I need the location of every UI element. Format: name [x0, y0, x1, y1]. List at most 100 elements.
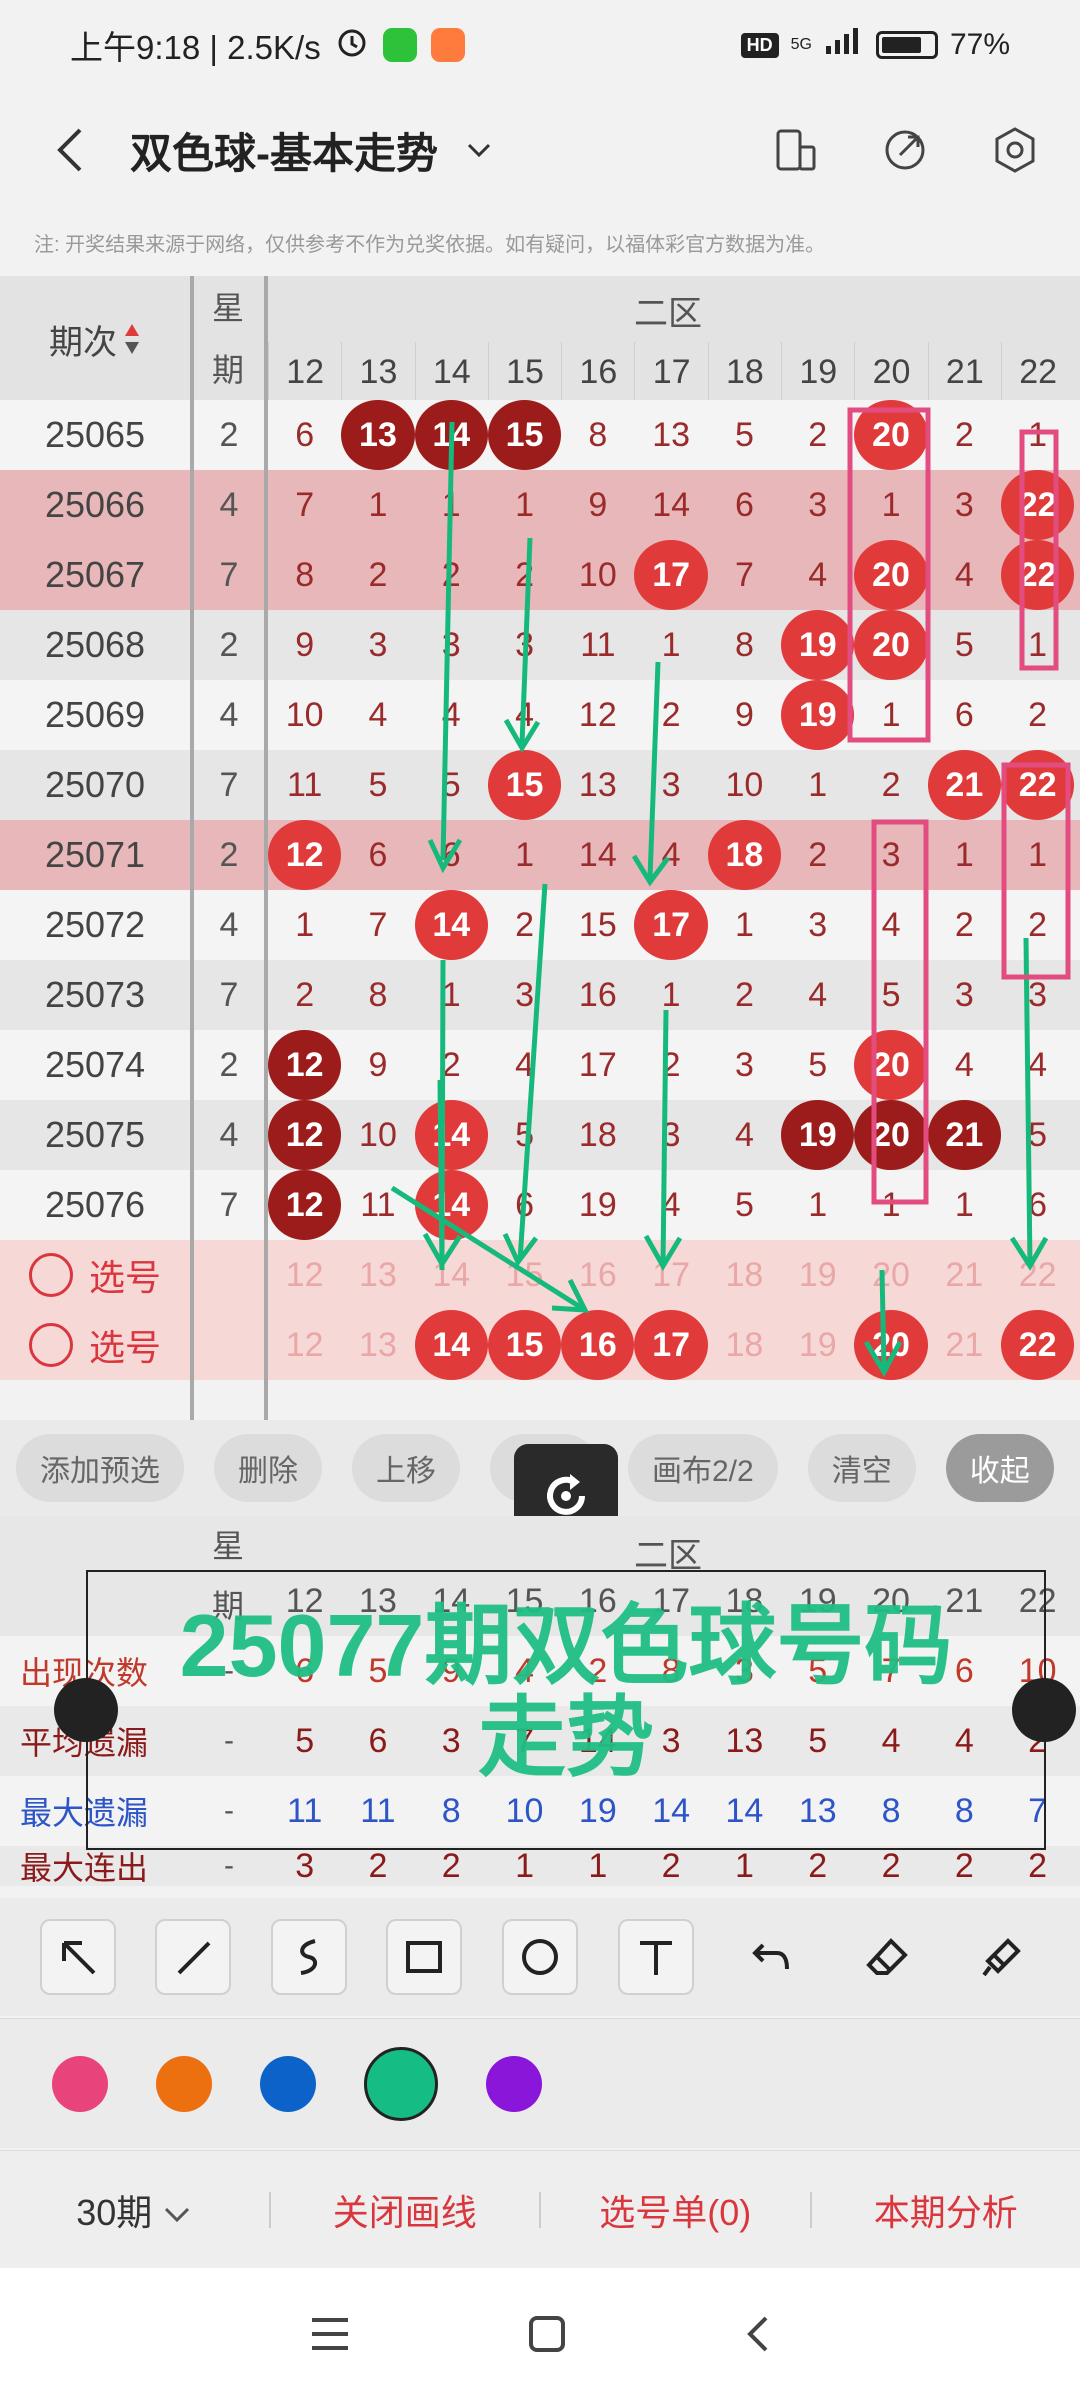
number-cell[interactable]: 19: [781, 680, 855, 750]
number-cell[interactable]: 14: [414, 400, 488, 470]
number-cell[interactable]: 2: [341, 540, 414, 610]
number-cell[interactable]: 14: [414, 1100, 488, 1170]
number-cell[interactable]: 2: [415, 1030, 488, 1100]
pick-number-cell[interactable]: 19: [781, 1310, 854, 1380]
number-cell[interactable]: 19: [781, 610, 855, 680]
pick-number-cell[interactable]: 17: [634, 1240, 707, 1310]
eraser-tool[interactable]: [849, 1919, 925, 1995]
number-cell[interactable]: 19: [781, 1100, 855, 1170]
color-pink[interactable]: [52, 2055, 108, 2112]
pick-number-cell[interactable]: 14: [415, 1240, 488, 1310]
number-cell[interactable]: 10: [268, 680, 341, 750]
undo-tool[interactable]: [733, 1919, 809, 1995]
chevron-down-icon[interactable]: [464, 135, 494, 165]
resize-handle-left[interactable]: [54, 1678, 118, 1742]
number-cell[interactable]: 17: [634, 540, 708, 610]
layout-switch-icon[interactable]: [770, 125, 820, 175]
number-cell[interactable]: 4: [854, 890, 927, 960]
number-cell[interactable]: 5: [854, 960, 927, 1030]
number-cell[interactable]: 22: [1000, 470, 1075, 540]
number-cell[interactable]: 14: [414, 890, 488, 960]
delete-button[interactable]: 删除: [214, 1434, 322, 1502]
number-cell[interactable]: 2: [634, 680, 707, 750]
number-cell[interactable]: 14: [414, 1170, 488, 1240]
number-cell[interactable]: 10: [708, 750, 781, 820]
number-cell[interactable]: 3: [781, 890, 854, 960]
pick-number-cell[interactable]: 15: [487, 1310, 562, 1380]
number-cell[interactable]: 2: [928, 400, 1001, 470]
pick-number-cell[interactable]: 13: [341, 1310, 414, 1380]
number-cell[interactable]: 3: [928, 470, 1001, 540]
number-cell[interactable]: 8: [561, 400, 634, 470]
number-cell[interactable]: 1: [341, 470, 414, 540]
pick-number-cell[interactable]: 19: [781, 1240, 854, 1310]
period-column-header[interactable]: 期次: [0, 276, 190, 402]
number-cell[interactable]: 15: [561, 890, 634, 960]
number-cell[interactable]: 19: [561, 1170, 634, 1240]
color-orange[interactable]: [156, 2055, 212, 2112]
number-cell[interactable]: 4: [634, 1170, 707, 1240]
number-cell[interactable]: 5: [415, 750, 488, 820]
number-cell[interactable]: 6: [268, 400, 341, 470]
pick-number-cell[interactable]: 21: [928, 1240, 1001, 1310]
number-cell[interactable]: 4: [781, 960, 854, 1030]
number-cell[interactable]: 5: [708, 400, 781, 470]
pick-number-cell[interactable]: 18: [708, 1310, 781, 1380]
clear-canvas-tool[interactable]: [964, 1919, 1040, 1995]
number-cell[interactable]: 13: [341, 400, 415, 470]
number-cell[interactable]: 1: [1001, 400, 1074, 470]
number-cell[interactable]: 2: [854, 750, 927, 820]
home-icon[interactable]: [527, 2314, 567, 2354]
number-cell[interactable]: 2: [634, 1030, 707, 1100]
number-cell[interactable]: 3: [928, 960, 1001, 1030]
rectangle-tool[interactable]: [386, 1919, 463, 1995]
number-cell[interactable]: 1: [634, 960, 707, 1030]
number-cell[interactable]: 7: [268, 470, 341, 540]
pick-label[interactable]: 选号: [0, 1319, 190, 1371]
pick-list-button[interactable]: 选号单(0): [541, 2184, 810, 2236]
number-cell[interactable]: 12: [561, 680, 634, 750]
number-cell[interactable]: 3: [634, 750, 707, 820]
number-cell[interactable]: 21: [927, 1100, 1001, 1170]
arrow-tool[interactable]: [39, 1919, 116, 1995]
add-preselect-button[interactable]: 添加预选: [16, 1434, 184, 1502]
number-cell[interactable]: 4: [415, 680, 488, 750]
number-cell[interactable]: 13: [561, 750, 634, 820]
number-cell[interactable]: 6: [928, 680, 1001, 750]
number-cell[interactable]: 14: [561, 820, 634, 890]
number-cell[interactable]: 22: [1000, 750, 1075, 820]
resize-handle-right[interactable]: [1012, 1678, 1076, 1742]
number-cell[interactable]: 4: [928, 1030, 1001, 1100]
number-cell[interactable]: 4: [341, 680, 414, 750]
period-count-select[interactable]: 30期: [0, 2184, 269, 2236]
number-cell[interactable]: 14: [634, 470, 707, 540]
pick-number-cell[interactable]: 14: [414, 1310, 488, 1380]
number-cell[interactable]: 12: [268, 820, 342, 890]
number-cell[interactable]: 4: [488, 680, 561, 750]
text-tool[interactable]: [617, 1919, 694, 1995]
number-cell[interactable]: 6: [341, 820, 414, 890]
radio-icon[interactable]: [28, 1253, 73, 1297]
color-green-selected[interactable]: [364, 2046, 438, 2121]
pick-number-cell[interactable]: 17: [634, 1310, 708, 1380]
clear-button[interactable]: 清空: [807, 1434, 916, 1502]
number-cell[interactable]: 1: [1001, 610, 1074, 680]
number-cell[interactable]: 11: [341, 1170, 414, 1240]
number-cell[interactable]: 6: [708, 470, 781, 540]
settings-icon[interactable]: [990, 125, 1040, 175]
number-cell[interactable]: 20: [854, 400, 928, 470]
number-cell[interactable]: 1: [781, 750, 854, 820]
pick-number-cell[interactable]: 21: [928, 1310, 1001, 1380]
radio-icon[interactable]: [28, 1323, 73, 1367]
color-blue[interactable]: [260, 2055, 316, 2112]
number-cell[interactable]: 4: [708, 1100, 781, 1170]
number-cell[interactable]: 1: [708, 890, 781, 960]
pick-number-cell[interactable]: 22: [1001, 1240, 1074, 1310]
number-cell[interactable]: 3: [781, 470, 854, 540]
number-cell[interactable]: 13: [634, 400, 707, 470]
number-cell[interactable]: 6: [488, 1170, 561, 1240]
number-cell[interactable]: 4: [634, 820, 707, 890]
number-cell[interactable]: 1: [415, 470, 488, 540]
number-cell[interactable]: 3: [415, 610, 488, 680]
pick-number-cell[interactable]: 20: [854, 1240, 927, 1310]
